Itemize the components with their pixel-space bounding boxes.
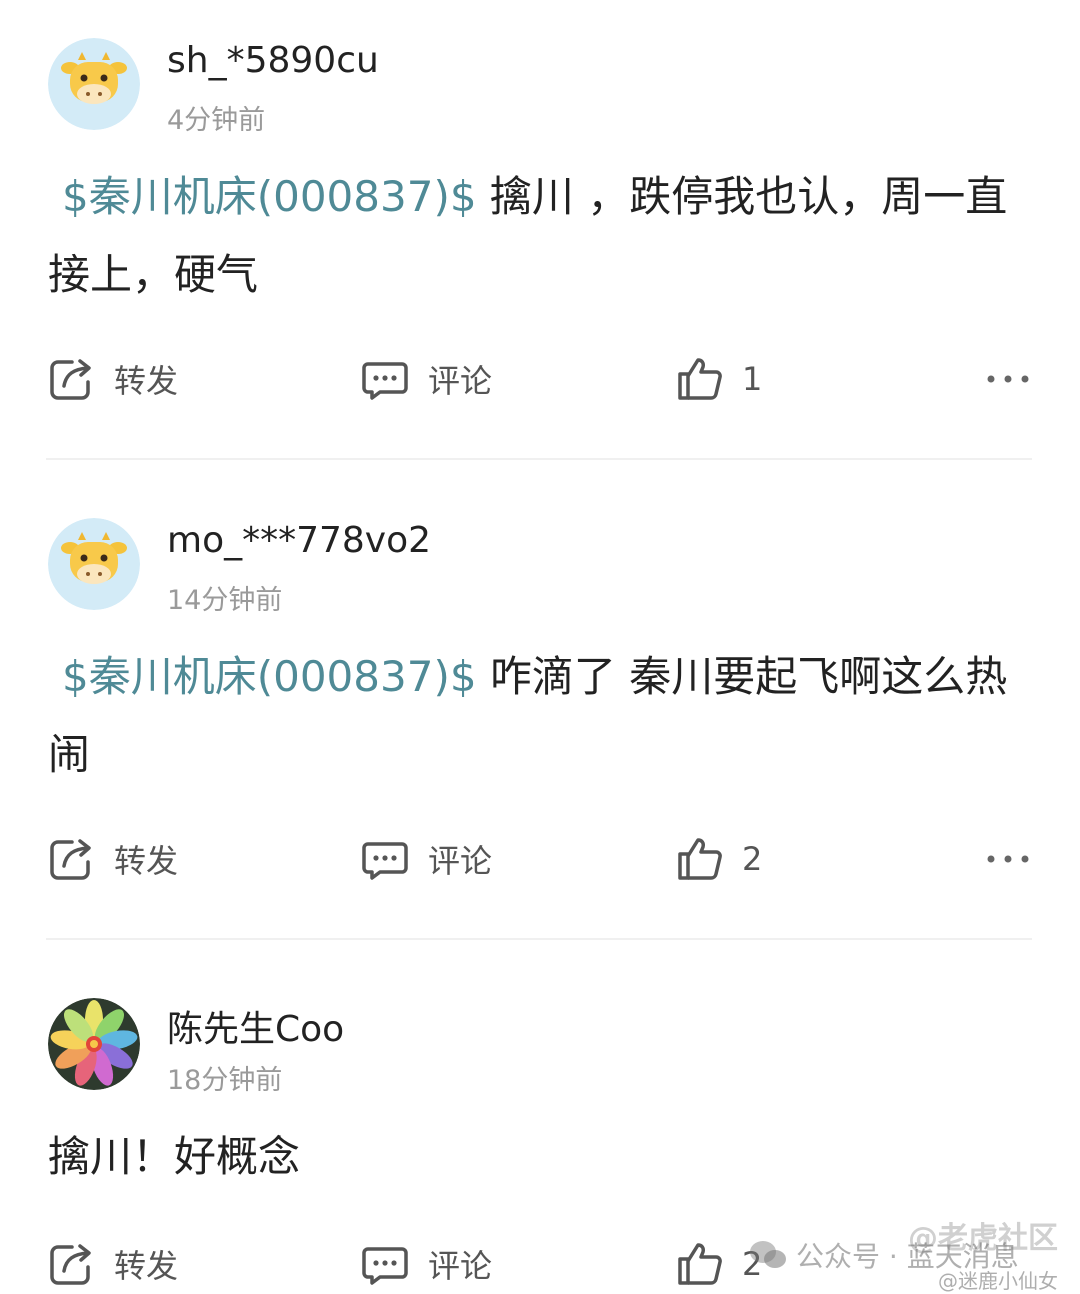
cow-avatar-icon bbox=[48, 518, 140, 610]
share-button[interactable]: 转发 bbox=[46, 829, 178, 889]
thumbs-up-icon bbox=[678, 1243, 722, 1285]
share-icon bbox=[50, 1244, 91, 1285]
comment-icon bbox=[362, 362, 408, 400]
comment-button[interactable]: 评论 bbox=[360, 349, 492, 409]
post-text: 擒川！好概念 bbox=[48, 1132, 301, 1181]
share-button[interactable]: 转发 bbox=[46, 1234, 178, 1294]
stock-tag-link[interactable]: $秦川机床(000837)$ bbox=[62, 652, 477, 701]
avatar[interactable] bbox=[48, 998, 140, 1090]
share-label: 转发 bbox=[114, 1247, 179, 1285]
share-button[interactable]: 转发 bbox=[46, 349, 178, 409]
more-button[interactable] bbox=[980, 829, 1036, 889]
comment-label: 评论 bbox=[428, 1247, 493, 1285]
post-content: 擒川！好概念 bbox=[48, 1118, 1038, 1196]
share-icon bbox=[50, 839, 91, 880]
username[interactable]: mo_***778vo2 bbox=[167, 520, 431, 561]
like-count: 1 bbox=[742, 360, 763, 398]
comment-button[interactable]: 评论 bbox=[360, 829, 492, 889]
comment-label: 评论 bbox=[428, 842, 493, 880]
like-button[interactable]: 2 bbox=[674, 829, 762, 889]
more-icon bbox=[987, 375, 1029, 383]
cow-avatar-icon bbox=[48, 38, 140, 130]
share-label: 转发 bbox=[114, 362, 179, 400]
share-icon bbox=[50, 359, 91, 400]
action-bar: 转发 评论 2 bbox=[0, 829, 1080, 889]
post-content: $秦川机床(000837)$ 擒川 ，跌停我也认，周一直接上，硬气 bbox=[48, 158, 1038, 314]
share-label: 转发 bbox=[114, 842, 179, 880]
like-count: 2 bbox=[742, 1245, 763, 1283]
comment-icon bbox=[362, 1247, 408, 1285]
avatar[interactable] bbox=[48, 38, 140, 130]
post-time: 14分钟前 bbox=[167, 585, 283, 616]
action-bar: 转发 评论 1 bbox=[0, 349, 1080, 409]
username[interactable]: 陈先生Coo bbox=[167, 1000, 344, 1052]
post-time: 4分钟前 bbox=[167, 105, 266, 136]
feed: sh_*5890cu 4分钟前 $秦川机床(000837)$ 擒川 ，跌停我也认… bbox=[0, 0, 1080, 1294]
comment-button[interactable]: 评论 bbox=[360, 1234, 492, 1294]
thumbs-up-icon bbox=[678, 358, 722, 400]
comment-label: 评论 bbox=[428, 362, 493, 400]
like-button[interactable]: 2 bbox=[674, 1234, 762, 1294]
more-icon bbox=[987, 855, 1029, 863]
thumbs-up-icon bbox=[678, 838, 722, 880]
post-content: $秦川机床(000837)$ 咋滴了 秦川要起飞啊这么热闹 bbox=[48, 638, 1038, 794]
like-count: 2 bbox=[742, 840, 763, 878]
avatar[interactable] bbox=[48, 518, 140, 610]
divider bbox=[46, 938, 1032, 940]
action-bar: 转发 评论 2 bbox=[0, 1234, 1080, 1294]
stock-tag-link[interactable]: $秦川机床(000837)$ bbox=[62, 172, 477, 221]
more-button[interactable] bbox=[980, 349, 1036, 409]
like-button[interactable]: 1 bbox=[674, 349, 762, 409]
divider bbox=[46, 458, 1032, 460]
flower-avatar-icon bbox=[48, 998, 140, 1090]
post-time: 18分钟前 bbox=[167, 1065, 283, 1096]
username[interactable]: sh_*5890cu bbox=[167, 40, 379, 81]
comment-icon bbox=[362, 842, 408, 880]
